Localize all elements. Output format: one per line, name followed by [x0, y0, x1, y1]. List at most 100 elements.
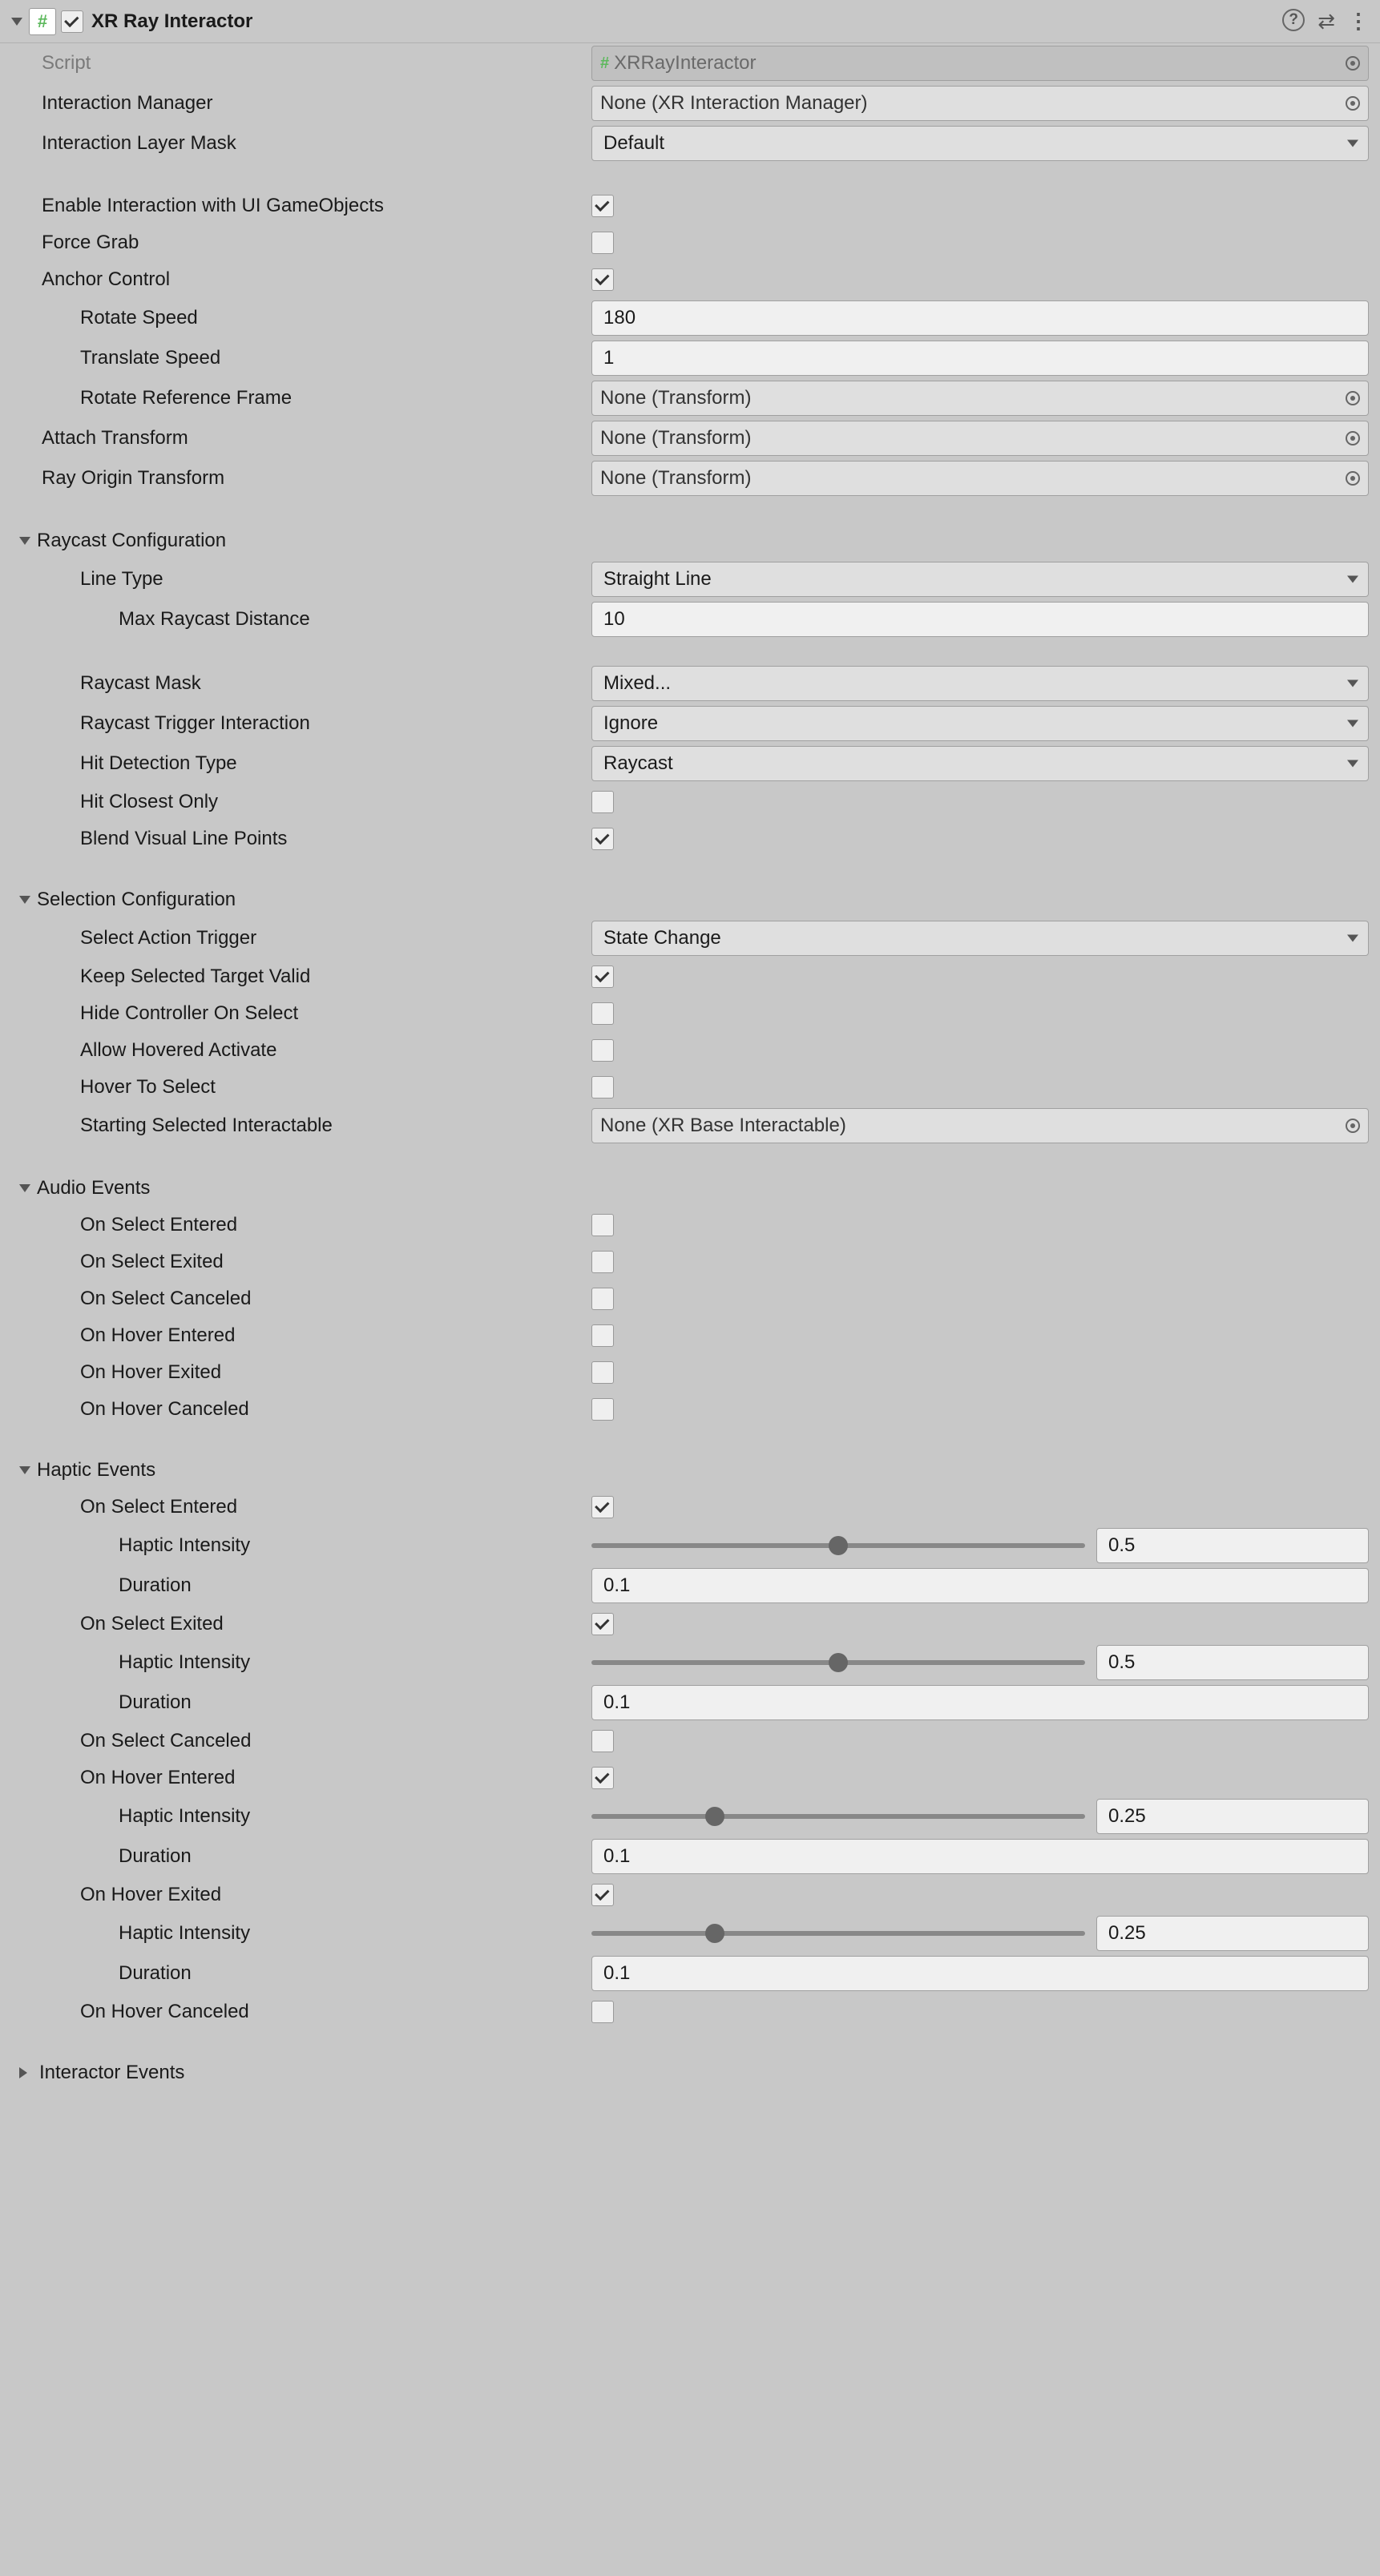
- allow-hover-activate-label: Allow Hovered Activate: [0, 1039, 591, 1062]
- preset-icon[interactable]: ⇄: [1317, 9, 1335, 34]
- haptic-select-canceled-checkbox[interactable]: [591, 1730, 614, 1752]
- select-action-trigger-label: Select Action Trigger: [0, 927, 591, 949]
- haptic-select-entered-row: On Select Entered: [0, 1489, 1380, 1526]
- attach-transform-field[interactable]: None (Transform): [591, 421, 1369, 456]
- raycast-trigger-row: Raycast Trigger Interaction Ignore: [0, 703, 1380, 744]
- audio-hover-exited-row: On Hover Exited: [0, 1354, 1380, 1391]
- menu-icon[interactable]: ⋮: [1348, 9, 1369, 34]
- audio-section-header[interactable]: Audio Events: [0, 1170, 1380, 1207]
- haptic-select-exited-intensity-slider[interactable]: [591, 1660, 1085, 1665]
- haptic-hover-exited-checkbox[interactable]: [591, 1884, 614, 1906]
- haptic-select-entered-duration-input[interactable]: [591, 1568, 1369, 1603]
- line-type-dropdown[interactable]: Straight Line: [591, 562, 1369, 597]
- haptic-hover-exited-duration-row: Duration: [0, 1953, 1380, 1993]
- keep-selected-valid-row: Keep Selected Target Valid: [0, 958, 1380, 995]
- object-picker-icon[interactable]: [1346, 431, 1360, 445]
- haptic-select-entered-intensity-input[interactable]: [1096, 1528, 1369, 1563]
- audio-hover-entered-row: On Hover Entered: [0, 1317, 1380, 1354]
- haptic-select-entered-intensity-slider[interactable]: [591, 1543, 1085, 1548]
- hover-to-select-label: Hover To Select: [0, 1076, 591, 1099]
- hide-controller-checkbox[interactable]: [591, 1002, 614, 1025]
- haptic-select-exited-duration-input[interactable]: [591, 1685, 1369, 1720]
- object-picker-icon[interactable]: [1346, 96, 1360, 111]
- haptic-hover-canceled-checkbox[interactable]: [591, 2001, 614, 2023]
- haptic-hover-entered-checkbox[interactable]: [591, 1767, 614, 1789]
- force-grab-checkbox[interactable]: [591, 232, 614, 254]
- haptic-hover-entered-row: On Hover Entered: [0, 1760, 1380, 1796]
- interactor-events-section-header[interactable]: Interactor Events: [0, 2054, 1380, 2091]
- anchor-control-checkbox[interactable]: [591, 268, 614, 291]
- foldout-icon: [19, 1466, 30, 1474]
- object-picker-icon[interactable]: [1346, 391, 1360, 405]
- foldout-icon: [19, 896, 30, 904]
- starting-interactable-label: Starting Selected Interactable: [0, 1115, 591, 1137]
- help-icon[interactable]: ?: [1282, 9, 1305, 31]
- haptic-hover-exited-intensity-slider[interactable]: [591, 1931, 1085, 1936]
- selection-section-header[interactable]: Selection Configuration: [0, 881, 1380, 918]
- enable-ui-checkbox[interactable]: [591, 195, 614, 217]
- hit-detection-dropdown[interactable]: Raycast: [591, 746, 1369, 781]
- rotate-speed-input[interactable]: [591, 300, 1369, 336]
- interaction-manager-label: Interaction Manager: [0, 92, 591, 115]
- audio-select-canceled-checkbox[interactable]: [591, 1288, 614, 1310]
- haptic-hover-exited-intensity-input[interactable]: [1096, 1916, 1369, 1951]
- component-title: XR Ray Interactor: [91, 10, 1282, 33]
- haptic-hover-exited-duration-input[interactable]: [591, 1956, 1369, 1991]
- haptic-hover-entered-intensity-slider[interactable]: [591, 1814, 1085, 1819]
- haptic-hover-exited-row: On Hover Exited: [0, 1877, 1380, 1913]
- haptic-select-exited-intensity-input[interactable]: [1096, 1645, 1369, 1680]
- audio-hover-exited-checkbox[interactable]: [591, 1361, 614, 1384]
- interaction-manager-row: Interaction Manager None (XR Interaction…: [0, 83, 1380, 123]
- foldout-icon: [19, 1184, 30, 1192]
- audio-hover-canceled-checkbox[interactable]: [591, 1398, 614, 1421]
- ray-origin-field[interactable]: None (Transform): [591, 461, 1369, 496]
- haptic-select-exited-intensity-row: Haptic Intensity: [0, 1643, 1380, 1683]
- translate-speed-input[interactable]: [591, 341, 1369, 376]
- haptic-hover-canceled-row: On Hover Canceled: [0, 1993, 1380, 2030]
- haptic-select-entered-intensity-row: Haptic Intensity: [0, 1526, 1380, 1566]
- select-action-trigger-row: Select Action Trigger State Change: [0, 918, 1380, 958]
- interaction-manager-field[interactable]: None (XR Interaction Manager): [591, 86, 1369, 121]
- audio-select-exited-checkbox[interactable]: [591, 1251, 614, 1273]
- haptic-select-exited-checkbox[interactable]: [591, 1613, 614, 1635]
- rotate-speed-row: Rotate Speed: [0, 298, 1380, 338]
- blend-visual-checkbox[interactable]: [591, 828, 614, 850]
- component-foldout-icon[interactable]: [11, 18, 22, 26]
- anchor-control-label: Anchor Control: [0, 268, 591, 291]
- hide-controller-label: Hide Controller On Select: [0, 1002, 591, 1025]
- haptic-select-canceled-row: On Select Canceled: [0, 1723, 1380, 1760]
- hit-closest-checkbox[interactable]: [591, 791, 614, 813]
- raycast-section-header[interactable]: Raycast Configuration: [0, 522, 1380, 559]
- object-picker-icon[interactable]: [1346, 1119, 1360, 1133]
- hide-controller-row: Hide Controller On Select: [0, 995, 1380, 1032]
- haptic-hover-entered-duration-input[interactable]: [591, 1839, 1369, 1874]
- raycast-mask-dropdown[interactable]: Mixed...: [591, 666, 1369, 701]
- haptic-select-entered-checkbox[interactable]: [591, 1496, 614, 1518]
- component-header: # XR Ray Interactor ? ⇄ ⋮: [0, 0, 1380, 43]
- raycast-trigger-label: Raycast Trigger Interaction: [0, 712, 591, 735]
- allow-hover-activate-row: Allow Hovered Activate: [0, 1032, 1380, 1069]
- haptic-select-exited-duration-row: Duration: [0, 1683, 1380, 1723]
- haptic-section-header[interactable]: Haptic Events: [0, 1452, 1380, 1489]
- audio-select-canceled-row: On Select Canceled: [0, 1280, 1380, 1317]
- audio-select-exited-row: On Select Exited: [0, 1244, 1380, 1280]
- ray-origin-label: Ray Origin Transform: [0, 467, 591, 490]
- haptic-hover-entered-intensity-row: Haptic Intensity: [0, 1796, 1380, 1836]
- audio-select-entered-checkbox[interactable]: [591, 1214, 614, 1236]
- keep-selected-valid-checkbox[interactable]: [591, 965, 614, 988]
- hit-detection-row: Hit Detection Type Raycast: [0, 744, 1380, 784]
- foldout-icon: [19, 537, 30, 545]
- select-action-trigger-dropdown[interactable]: State Change: [591, 921, 1369, 956]
- interaction-layer-mask-dropdown[interactable]: Default: [591, 126, 1369, 161]
- object-picker-icon[interactable]: [1346, 471, 1360, 486]
- max-raycast-distance-input[interactable]: [591, 602, 1369, 637]
- haptic-hover-entered-intensity-input[interactable]: [1096, 1799, 1369, 1834]
- rotate-ref-frame-field[interactable]: None (Transform): [591, 381, 1369, 416]
- starting-interactable-field[interactable]: None (XR Base Interactable): [591, 1108, 1369, 1143]
- component-enabled-checkbox[interactable]: [61, 10, 83, 33]
- audio-hover-entered-checkbox[interactable]: [591, 1324, 614, 1347]
- raycast-trigger-dropdown[interactable]: Ignore: [591, 706, 1369, 741]
- allow-hover-activate-checkbox[interactable]: [591, 1039, 614, 1062]
- hover-to-select-checkbox[interactable]: [591, 1076, 614, 1099]
- haptic-select-entered-duration-row: Duration: [0, 1566, 1380, 1606]
